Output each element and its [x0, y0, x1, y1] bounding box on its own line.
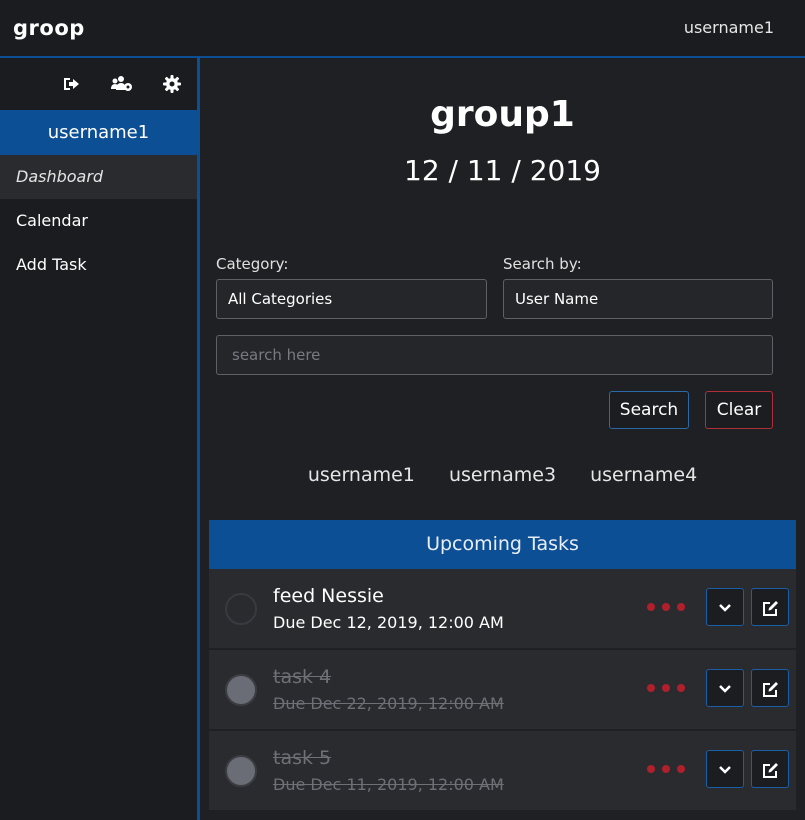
task-edit-button[interactable]	[751, 669, 789, 707]
task-item: task 5 Due Dec 11, 2019, 12:00 AM	[209, 731, 796, 810]
upcoming-tasks-header: Upcoming Tasks	[209, 520, 796, 569]
task-edit-button[interactable]	[751, 588, 789, 626]
category-label: Category:	[216, 255, 289, 273]
task-name: feed Nessie	[273, 585, 384, 607]
top-username[interactable]: username1	[684, 18, 774, 37]
chevron-down-icon	[719, 766, 731, 774]
group-title: group1	[430, 94, 575, 135]
task-priority-dots-icon	[647, 765, 687, 775]
task-expand-button[interactable]	[706, 588, 744, 626]
brand-logo[interactable]: groop	[13, 16, 85, 40]
sidebar-item-add-task[interactable]: Add Task	[0, 243, 197, 287]
member-username4[interactable]: username4	[590, 464, 697, 486]
task-item: task 4 Due Dec 22, 2019, 12:00 AM	[209, 650, 796, 729]
task-complete-toggle[interactable]	[225, 593, 257, 625]
search-input[interactable]	[216, 335, 773, 375]
task-priority-dots-icon	[647, 603, 687, 613]
search-by-select[interactable]: User Name	[503, 279, 773, 319]
task-name: task 4	[273, 666, 332, 688]
sidebar: username1 Dashboard Calendar Add Task	[0, 58, 200, 820]
member-username1[interactable]: username1	[308, 464, 415, 486]
top-navbar: groop username1	[0, 0, 805, 58]
task-priority-dots-icon	[647, 684, 687, 694]
category-select[interactable]: All Categories	[216, 279, 487, 319]
gear-icon[interactable]	[162, 74, 184, 96]
group-date: 12 / 11 / 2019	[404, 154, 601, 187]
main-content: group1 12 / 11 / 2019 Category: All Cate…	[200, 58, 805, 820]
sign-out-icon[interactable]	[61, 74, 83, 96]
sidebar-item-calendar[interactable]: Calendar	[0, 199, 197, 243]
task-due-date: Due Dec 22, 2019, 12:00 AM	[273, 694, 504, 713]
task-item: feed Nessie Due Dec 12, 2019, 12:00 AM	[209, 569, 796, 648]
task-due-date: Due Dec 11, 2019, 12:00 AM	[273, 775, 504, 794]
edit-icon	[763, 763, 778, 778]
sidebar-icon-bar	[0, 58, 197, 110]
edit-icon	[763, 601, 778, 616]
task-expand-button[interactable]	[706, 669, 744, 707]
task-edit-button[interactable]	[751, 750, 789, 788]
search-by-label: Search by:	[503, 255, 582, 273]
chevron-down-icon	[719, 685, 731, 693]
task-due-date: Due Dec 12, 2019, 12:00 AM	[273, 613, 504, 632]
member-list: username1 username3 username4	[200, 464, 805, 486]
chevron-down-icon	[719, 604, 731, 612]
clear-button[interactable]: Clear	[705, 391, 773, 429]
edit-icon	[763, 682, 778, 697]
member-username3[interactable]: username3	[449, 464, 556, 486]
task-complete-toggle[interactable]	[225, 755, 257, 787]
users-cog-icon[interactable]	[110, 74, 132, 96]
search-button[interactable]: Search	[609, 391, 689, 429]
task-expand-button[interactable]	[706, 750, 744, 788]
sidebar-item-dashboard[interactable]: Dashboard	[0, 155, 197, 199]
task-complete-toggle[interactable]	[225, 674, 257, 706]
sidebar-username: username1	[0, 110, 197, 155]
task-name: task 5	[273, 747, 332, 769]
